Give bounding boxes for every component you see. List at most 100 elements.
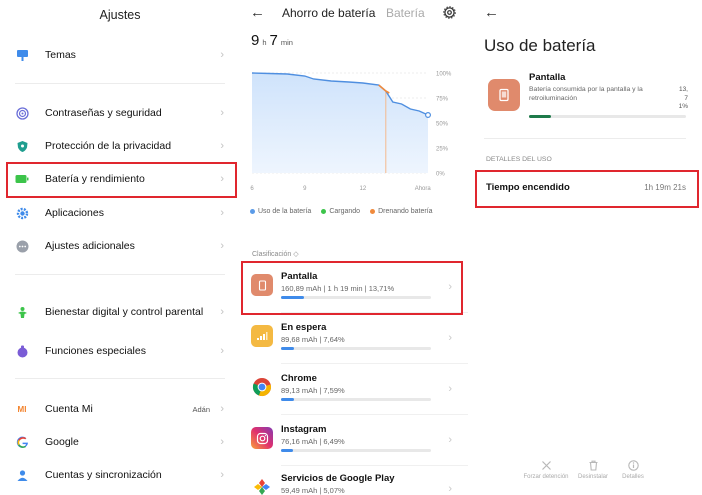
x-tick-label: 9	[303, 186, 307, 192]
tab-battery[interactable]: Batería	[386, 6, 425, 20]
settings-item-passwords[interactable]: Contraseñas y seguridad ›	[0, 98, 240, 128]
settings-gear-icon[interactable]	[443, 6, 456, 19]
settings-item-mi-account[interactable]: MI Cuenta Mi Adán ›	[0, 394, 240, 424]
app-description: Batería consumida por la pantalla y la r…	[529, 86, 643, 102]
legend-label: Drenando batería	[378, 208, 433, 215]
y-tick-label: 25%	[436, 147, 449, 153]
legend-item: Drenando batería	[370, 208, 433, 215]
hours-unit: h	[262, 38, 267, 47]
privacy-shield-icon	[15, 139, 29, 153]
google-play-services-icon	[251, 476, 273, 495]
tab-battery-saver[interactable]: Ahorro de batería	[282, 6, 375, 20]
settings-item-label: Cuentas y sincronización	[45, 468, 162, 481]
settings-item-special[interactable]: Funciones especiales ›	[0, 336, 240, 366]
chevron-right-icon: ›	[220, 436, 224, 448]
remaining-minutes: 7	[269, 32, 278, 49]
highlight-box	[241, 261, 463, 315]
chrome-icon	[251, 376, 273, 398]
current-level-point	[425, 111, 432, 118]
chevron-right-icon: ›	[220, 345, 224, 357]
battery-saver-panel: ← Ahorro de batería Batería 9 h 7 min 100% 7…	[240, 0, 468, 495]
app-usage-row[interactable]: En espera 89,68 mAh | 7,64% ›	[240, 314, 468, 364]
settings-item-label: Funciones especiales	[45, 344, 146, 357]
back-arrow-icon[interactable]: ←	[484, 4, 499, 21]
settings-item-google[interactable]: Google ›	[0, 427, 240, 457]
chevron-right-icon: ›	[220, 469, 224, 481]
more-icon	[15, 239, 29, 253]
settings-item-label: Temas	[45, 48, 76, 61]
divider	[281, 414, 468, 415]
y-tick-label: 50%	[436, 122, 449, 128]
settings-item-privacy[interactable]: Protección de la privacidad ›	[0, 131, 240, 161]
details-button[interactable]: Detalles	[603, 460, 663, 480]
highlight-box	[6, 162, 237, 198]
app-usage-row[interactable]: Chrome 89,13 mAh | 7,59% ›	[240, 365, 468, 415]
settings-item-label: Contraseñas y seguridad	[45, 106, 162, 119]
app-usage-bar	[281, 449, 431, 452]
chevron-right-icon: ›	[220, 107, 224, 119]
account-name-value: Adán	[192, 404, 210, 414]
remaining-time: 9 h 7 min	[251, 32, 296, 49]
app-usage-bar	[281, 398, 431, 401]
chart-legend: Uso de la batería Cargando Drenando bate…	[250, 208, 466, 215]
settings-item-label: Cuenta Mi	[45, 402, 93, 415]
section-title: DETALLES DEL USO	[486, 156, 552, 163]
battery-usage-panel: ← Uso de batería Pantalla Batería consum…	[468, 0, 702, 495]
chevron-right-icon: ›	[220, 49, 224, 61]
themes-icon	[15, 48, 29, 62]
legend-item: Uso de la batería	[250, 208, 311, 215]
settings-item-apps[interactable]: Aplicaciones ›	[0, 198, 240, 228]
settings-title: Ajustes	[99, 8, 141, 22]
app-usage-row[interactable]: Servicios de Google Play 59,49 mAh | 5,07…	[240, 465, 468, 495]
chevron-right-icon: ›	[448, 434, 452, 446]
back-arrow-icon[interactable]: ←	[250, 4, 265, 21]
battery-chart: 100% 75% 50% 25% 0% 6 9 12 Ahora	[250, 65, 466, 200]
special-features-icon	[15, 344, 29, 358]
page-title: Uso de batería	[484, 36, 596, 55]
chevron-right-icon: ›	[448, 483, 452, 495]
app-usage-bar-fill	[281, 347, 295, 350]
account-icon	[15, 468, 29, 482]
settings-panel: Ajustes Temas › Contraseñas y seguridad …	[0, 0, 240, 495]
battery-area	[252, 73, 428, 173]
settings-item-wellbeing[interactable]: Bienestar digital y control parental ›	[0, 296, 240, 328]
signal-icon	[251, 325, 273, 347]
chevron-right-icon: ›	[448, 332, 452, 344]
settings-item-additional[interactable]: Ajustes adicionales ›	[0, 231, 240, 261]
app-usage-stat: 89,13 mAh | 7,59%	[281, 386, 345, 395]
wellbeing-icon	[15, 305, 29, 319]
sort-button[interactable]: Clasificación ◇	[252, 250, 299, 258]
x-tick-label: 6	[250, 186, 254, 192]
usage-bar	[529, 115, 686, 118]
screen-icon	[488, 79, 520, 111]
divider	[15, 83, 225, 84]
app-usage-stat: 59,49 mAh | 5,07%	[281, 486, 345, 495]
legend-item: Cargando	[321, 208, 360, 215]
settings-item-label: Protección de la privacidad	[45, 139, 172, 152]
divider	[281, 363, 468, 364]
y-tick-label: 75%	[436, 97, 449, 103]
close-icon	[541, 461, 551, 470]
mi-icon: MI	[17, 404, 27, 414]
chevron-right-icon: ›	[220, 306, 224, 318]
app-usage-stat: 89,68 mAh | 7,64%	[281, 335, 345, 344]
app-usage-stat: 76,16 mAh | 6,49%	[281, 437, 345, 446]
app-usage-row[interactable]: Instagram 76,16 mAh | 6,49% ›	[240, 416, 468, 466]
divider	[15, 274, 225, 275]
settings-item-label: Ajustes adicionales	[45, 239, 135, 252]
legend-label: Cargando	[329, 208, 361, 215]
app-name: En espera	[281, 322, 327, 333]
chevron-right-icon: ›	[220, 207, 224, 219]
google-icon	[15, 435, 29, 449]
x-tick-label: 12	[360, 186, 367, 192]
highlight-box	[475, 170, 699, 208]
app-name: Pantalla	[529, 72, 566, 83]
chevron-right-icon: ›	[220, 240, 224, 252]
settings-item-label: Aplicaciones	[45, 206, 104, 219]
gear-icon	[15, 206, 29, 220]
details-label: Detalles	[622, 474, 644, 480]
settings-item-temas[interactable]: Temas ›	[0, 40, 240, 70]
divider	[15, 378, 225, 379]
settings-item-label: Google	[45, 435, 79, 448]
settings-item-accounts-sync[interactable]: Cuentas y sincronización ›	[0, 460, 240, 490]
